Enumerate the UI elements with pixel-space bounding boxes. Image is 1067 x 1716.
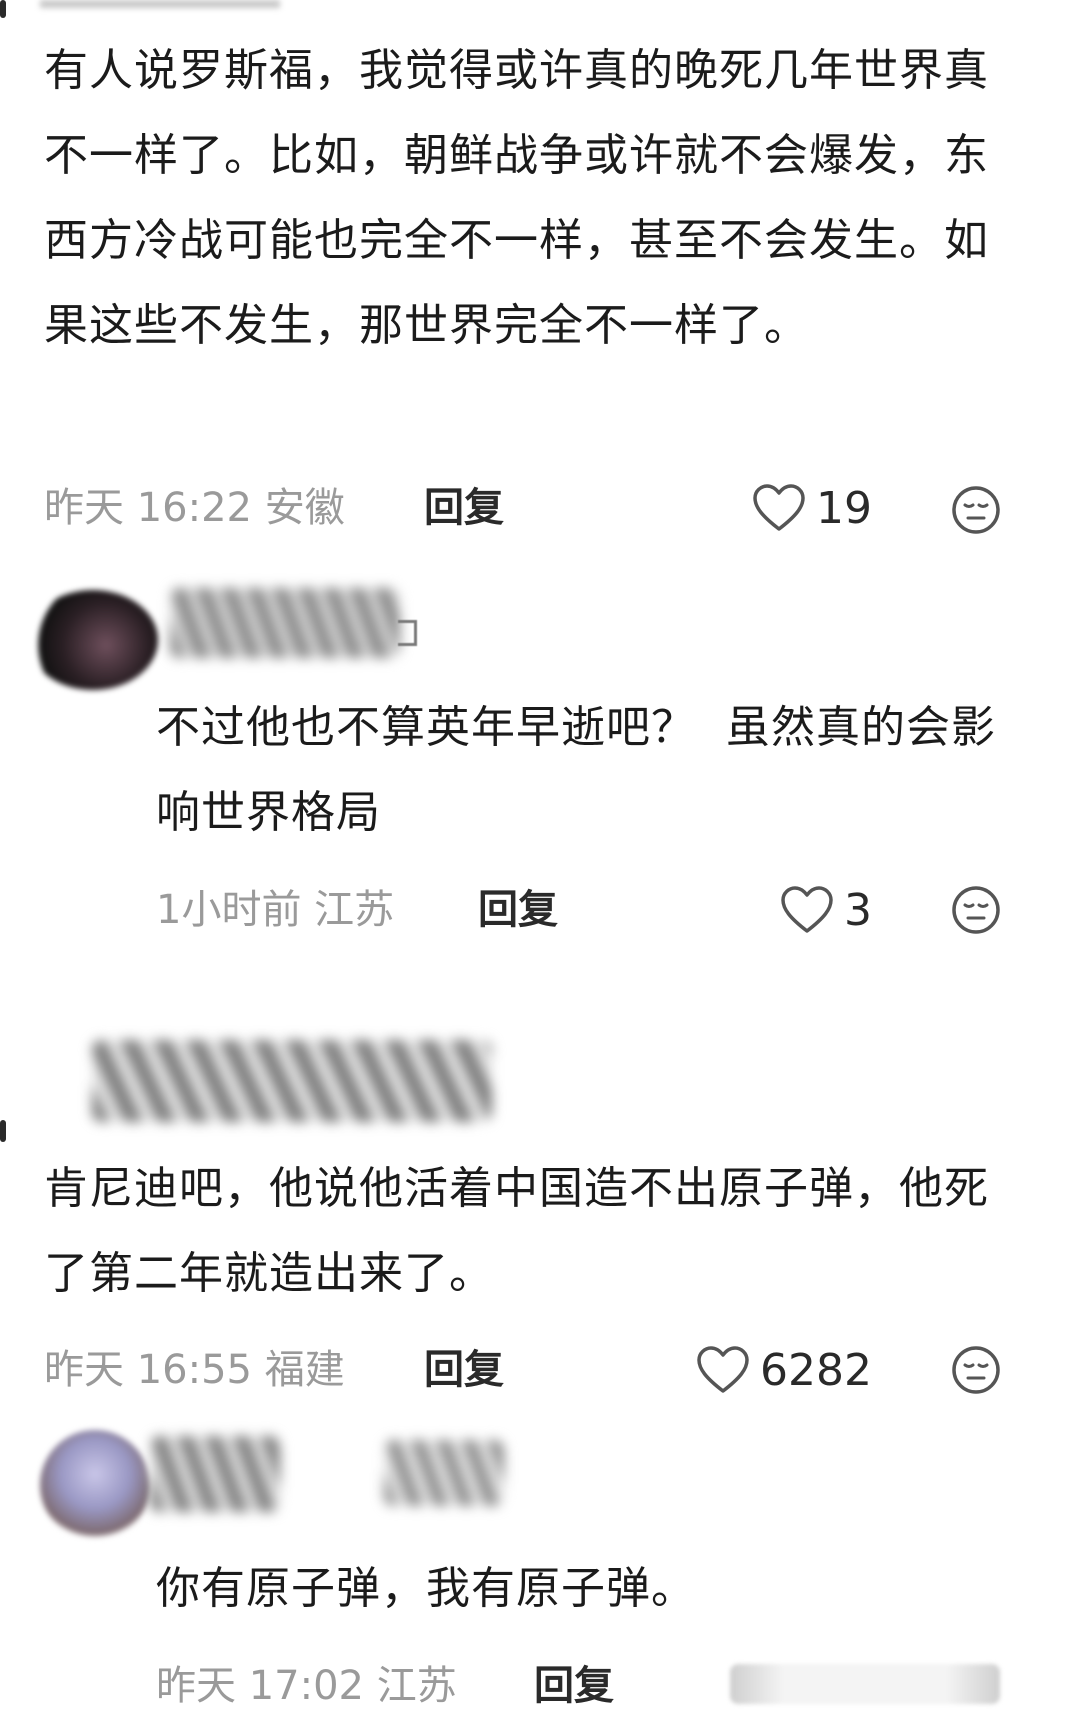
reply-button[interactable]: 回复 — [424, 478, 504, 538]
reply-text: 你有原子弹，我有原子弹。 — [156, 1563, 696, 1614]
like-button[interactable]: 3 — [780, 880, 872, 940]
username-blurred[interactable] — [150, 1436, 280, 1512]
emoji-reaction-icon[interactable] — [950, 1344, 1002, 1396]
heart-icon — [697, 1346, 749, 1393]
heart-icon — [753, 484, 805, 531]
comment-time-location: 昨天 16:22 安徽 — [44, 485, 345, 531]
reply-button[interactable]: 回复 — [534, 1656, 614, 1716]
reply-meta: 1小时前 江苏 回复 — [156, 880, 1067, 940]
heart-icon — [781, 886, 833, 933]
avatar[interactable] — [28, 590, 158, 690]
comment-meta: 昨天 16:55 福建 回复 — [44, 1340, 1044, 1400]
emoji-reaction-icon[interactable] — [950, 484, 1002, 536]
avatar-edge-mark — [0, 1120, 6, 1142]
comment-time-location: 昨天 16:55 福建 — [44, 1347, 345, 1393]
username-blurred[interactable] — [170, 588, 400, 658]
comment-text: 有人说罗斯福，我觉得或许真的晚死几年世界真不一样了。比如，朝鲜战争或许就不会爆发… — [44, 45, 989, 351]
comment-meta: 昨天 16:22 安徽 回复 — [44, 478, 1044, 538]
avatar[interactable] — [40, 1430, 150, 1540]
reply-time-location: 1小时前 江苏 — [156, 887, 395, 933]
scroll-edge-mark — [0, 0, 6, 18]
like-button[interactable]: 19 — [752, 478, 872, 538]
reply-button[interactable]: 回复 — [478, 880, 558, 940]
like-count: 6282 — [760, 1344, 872, 1396]
reply-button[interactable]: 回复 — [424, 1340, 504, 1400]
username-blurred[interactable] — [384, 1440, 504, 1506]
reply-text: 不过他也不算英年早逝吧？ 虽然真的会影响世界格局 — [156, 702, 996, 838]
username-blurred[interactable] — [92, 1040, 492, 1122]
obscured-like-area — [730, 1664, 1000, 1704]
like-count: 3 — [844, 884, 872, 936]
reply-time-location: 昨天 17:02 江苏 — [156, 1663, 457, 1709]
username-fragment — [398, 620, 417, 646]
truncated-username — [40, 0, 280, 8]
comment-text: 肯尼迪吧，他说他活着中国造不出原子弹，他死了第二年就造出来了。 — [44, 1163, 989, 1299]
emoji-reaction-icon[interactable] — [950, 884, 1002, 936]
like-button[interactable]: 6282 — [696, 1340, 872, 1400]
like-count: 19 — [816, 482, 872, 534]
